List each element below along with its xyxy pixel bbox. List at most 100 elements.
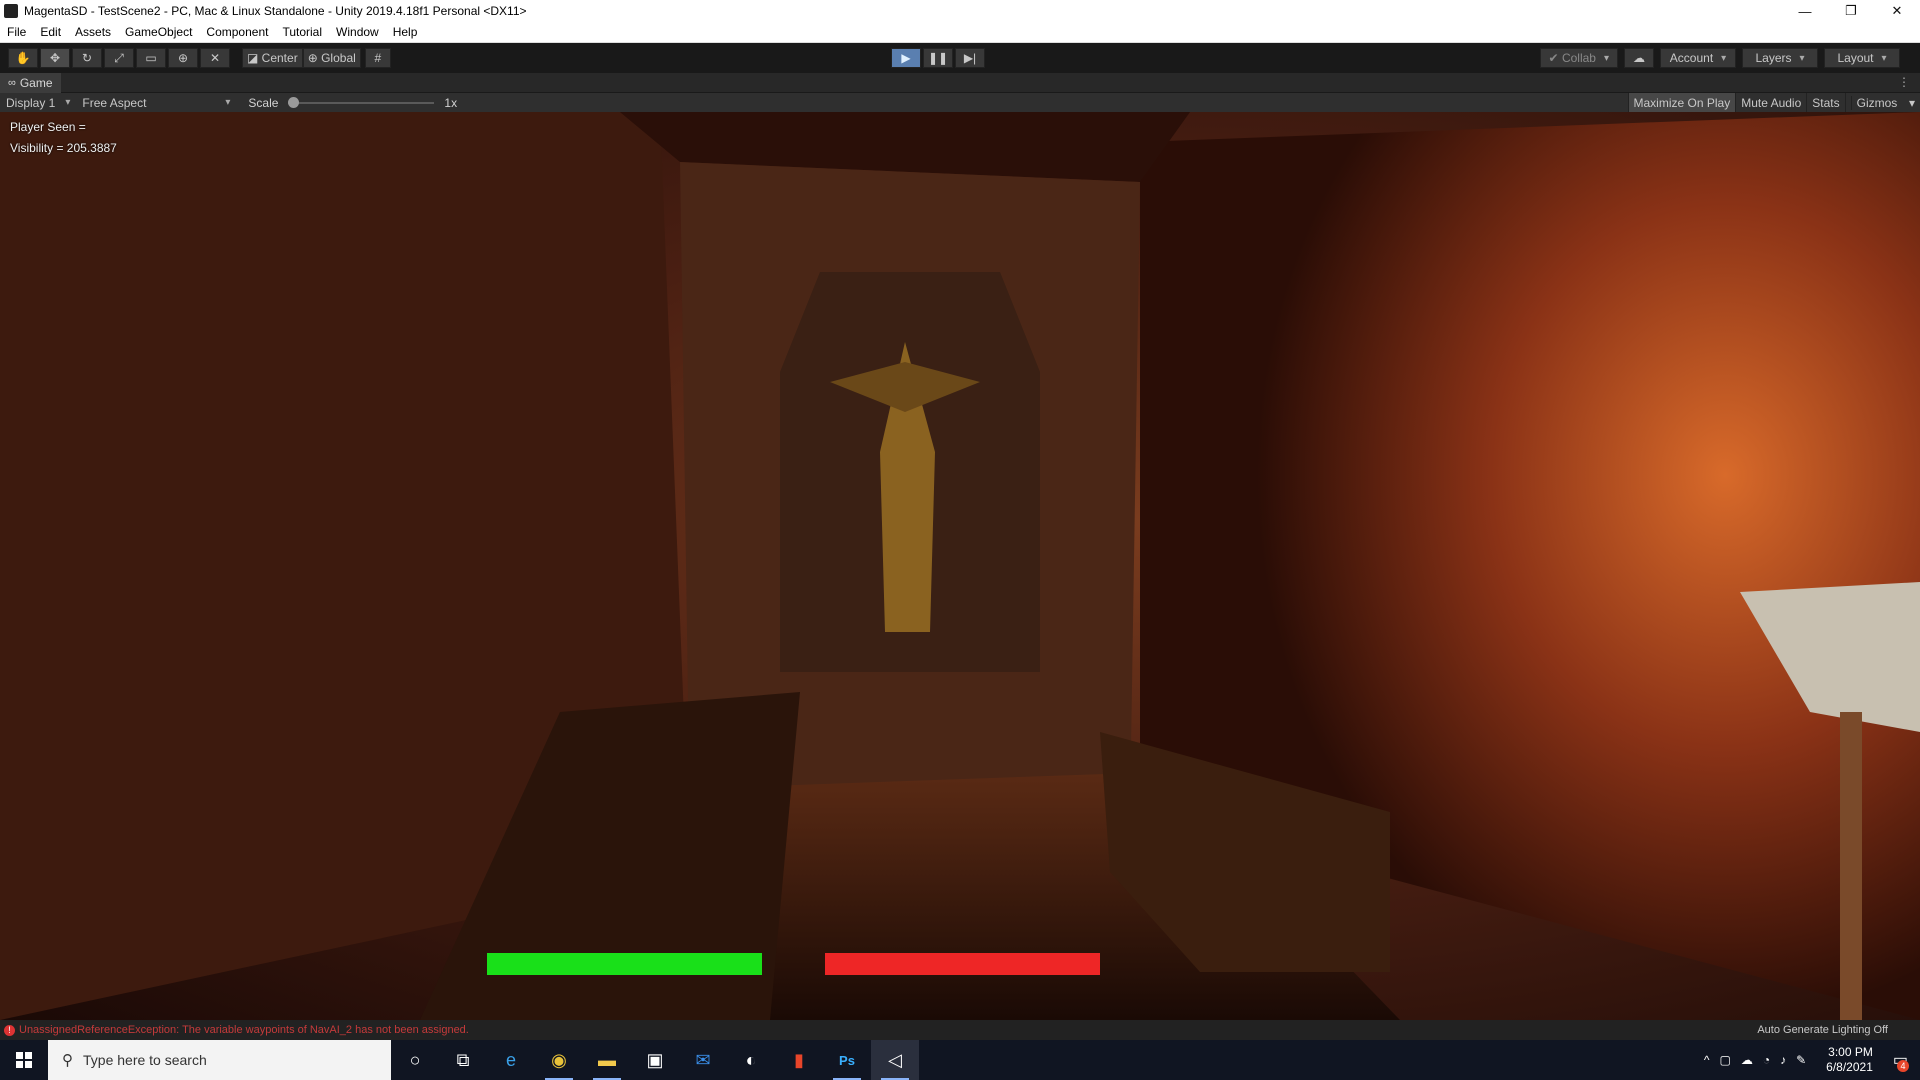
collab-button[interactable]: ✔ Collab	[1539, 48, 1618, 68]
transform-tools: ✋ ✥ ↻ ⤢ ▭ ⊕ ✕	[8, 48, 232, 68]
layers-dropdown[interactable]: Layers	[1742, 48, 1818, 68]
onedrive-icon[interactable]: ☁	[1741, 1053, 1753, 1067]
gizmos-dropdown[interactable]: Gizmos ▾	[1844, 93, 1920, 112]
window-title: MagentaSD - TestScene2 - PC, Mac & Linux…	[24, 4, 527, 18]
menu-window[interactable]: Window	[329, 25, 386, 39]
clock[interactable]: 3:00 PM 6/8/2021	[1821, 1045, 1878, 1075]
display-dropdown[interactable]: Display 1	[0, 93, 76, 112]
cortana-icon[interactable]: ○	[391, 1040, 439, 1080]
aspect-dropdown[interactable]: Free Aspect	[76, 93, 236, 112]
red-detection-bar	[825, 953, 1100, 975]
console-status-bar[interactable]: ! UnassignedReferenceException: The vari…	[0, 1020, 1920, 1040]
scale-tool-icon[interactable]: ⤢	[104, 48, 134, 68]
step-button[interactable]: ▶|	[955, 48, 985, 68]
scale-label: Scale	[248, 95, 279, 110]
layout-dropdown[interactable]: Layout	[1824, 48, 1900, 68]
office-icon[interactable]: ▮	[775, 1040, 823, 1080]
pause-button[interactable]: ❚❚	[923, 48, 953, 68]
windows-start-icon[interactable]	[0, 1040, 48, 1080]
error-message[interactable]: UnassignedReferenceException: The variab…	[19, 1024, 469, 1036]
photoshop-icon[interactable]: Ps	[823, 1040, 871, 1080]
scale-slider[interactable]	[288, 96, 435, 108]
unity-icon[interactable]: ◁	[871, 1040, 919, 1080]
windows-taskbar: ⚲ Type here to search ○ ⧉ e ◉ ▬ ▣ ✉ ◐ ▮ …	[0, 1040, 1920, 1080]
error-icon: !	[4, 1024, 15, 1036]
green-health-bar	[487, 953, 762, 975]
cloud-icon[interactable]: ☁	[1624, 48, 1654, 68]
rect-tool-icon[interactable]: ▭	[136, 48, 166, 68]
close-button[interactable]: ✕	[1874, 0, 1920, 22]
menu-help[interactable]: Help	[386, 25, 425, 39]
tray-chevron-icon[interactable]: ^	[1704, 1053, 1710, 1067]
globe-icon: ⊕	[307, 51, 322, 65]
restore-button[interactable]: ❐	[1828, 0, 1874, 22]
hand-tool-icon[interactable]: ✋	[8, 48, 38, 68]
store-icon[interactable]: ▣	[631, 1040, 679, 1080]
game-scene-render	[0, 112, 1920, 1020]
meet-icon[interactable]: ▢	[1720, 1053, 1731, 1067]
menu-bar: File Edit Assets GameObject Component Tu…	[0, 22, 1920, 43]
pivot-label: Center	[261, 51, 298, 65]
game-view-toolbar: Display 1 Free Aspect Scale 1x Maximize …	[0, 93, 1920, 112]
edge-icon[interactable]: e	[487, 1040, 535, 1080]
taskbar-search-box[interactable]: ⚲ Type here to search	[48, 1040, 391, 1080]
pen-icon[interactable]: ✎	[1796, 1053, 1806, 1067]
unity-app-icon	[4, 4, 18, 18]
menu-gameobject[interactable]: GameObject	[118, 25, 199, 39]
pivot-icon: ◪	[247, 51, 262, 65]
toolbar-right-group: ✔ Collab ☁ Account Layers Layout	[1534, 48, 1900, 68]
system-tray: ^ ▢ ☁ ◔ ♪ ✎ 3:00 PM 6/8/2021 ▭4	[1699, 1040, 1920, 1080]
panel-tab-bar: ∞ Game ⋮	[0, 72, 1920, 93]
snap-grid-icon[interactable]: #	[364, 48, 391, 68]
minimize-button[interactable]: —	[1782, 0, 1828, 22]
title-bar: MagentaSD - TestScene2 - PC, Mac & Linux…	[0, 0, 1920, 22]
stats-toggle[interactable]: Stats	[1806, 93, 1844, 112]
menu-edit[interactable]: Edit	[33, 25, 68, 39]
task-view-icon[interactable]: ⧉	[439, 1040, 487, 1080]
main-toolbar: ✋ ✥ ↻ ⤢ ▭ ⊕ ✕ ◪ Center ⊕ Global # ▶ ❚❚ ▶…	[0, 43, 1920, 73]
maximize-on-play-toggle[interactable]: Maximize On Play	[1627, 93, 1736, 112]
chrome-icon[interactable]: ◉	[535, 1040, 583, 1080]
lighting-status[interactable]: Auto Generate Lighting Off	[1757, 1024, 1888, 1036]
space-global-button[interactable]: ⊕ Global	[302, 48, 361, 68]
player-seen-label: Player Seen =	[10, 120, 86, 134]
menu-file[interactable]: File	[0, 25, 33, 39]
window-controls: — ❐ ✕	[1782, 0, 1920, 22]
custom-tool-icon[interactable]: ✕	[200, 48, 230, 68]
search-placeholder: Type here to search	[83, 1052, 207, 1068]
play-button[interactable]: ▶	[891, 48, 921, 68]
wifi-icon[interactable]: ◔	[1763, 1053, 1770, 1067]
alienware-icon[interactable]: ◐	[727, 1040, 775, 1080]
space-label: Global	[321, 51, 356, 65]
scale-slider-knob[interactable]	[288, 96, 300, 108]
game-viewport[interactable]: Player Seen = Visibility = 205.3887	[0, 112, 1920, 1020]
visibility-label: Visibility = 205.3887	[10, 141, 117, 155]
collab-label: Collab	[1561, 51, 1596, 65]
panel-menu-icon[interactable]: ⋮	[1898, 75, 1910, 89]
check-icon: ✔	[1548, 51, 1562, 65]
game-view-options: Maximize On Play Mute Audio Stats Gizmos…	[1627, 93, 1920, 112]
pivot-center-button[interactable]: ◪ Center	[242, 48, 303, 68]
gamepad-icon: ∞	[8, 76, 16, 89]
notification-count: 4	[1897, 1060, 1909, 1072]
file-explorer-icon[interactable]: ▬	[583, 1040, 631, 1080]
clock-date: 6/8/2021	[1826, 1060, 1873, 1074]
menu-component[interactable]: Component	[199, 25, 275, 39]
mute-audio-toggle[interactable]: Mute Audio	[1735, 93, 1806, 112]
volume-icon[interactable]: ♪	[1780, 1053, 1786, 1067]
move-tool-icon[interactable]: ✥	[40, 48, 70, 68]
account-dropdown[interactable]: Account	[1660, 48, 1736, 68]
scale-value: 1x	[444, 95, 458, 110]
clock-time: 3:00 PM	[1828, 1045, 1873, 1059]
tab-game[interactable]: ∞ Game	[0, 72, 61, 93]
transform-tool-icon[interactable]: ⊕	[168, 48, 198, 68]
scale-control: Scale 1x	[248, 96, 457, 110]
search-icon: ⚲	[62, 1052, 73, 1069]
tab-game-label: Game	[19, 75, 53, 90]
notifications-icon[interactable]: ▭4	[1893, 1050, 1909, 1072]
mail-icon[interactable]: ✉	[679, 1040, 727, 1080]
gizmos-label: Gizmos	[1850, 95, 1903, 110]
menu-tutorial[interactable]: Tutorial	[275, 25, 329, 39]
rotate-tool-icon[interactable]: ↻	[72, 48, 102, 68]
menu-assets[interactable]: Assets	[68, 25, 118, 39]
